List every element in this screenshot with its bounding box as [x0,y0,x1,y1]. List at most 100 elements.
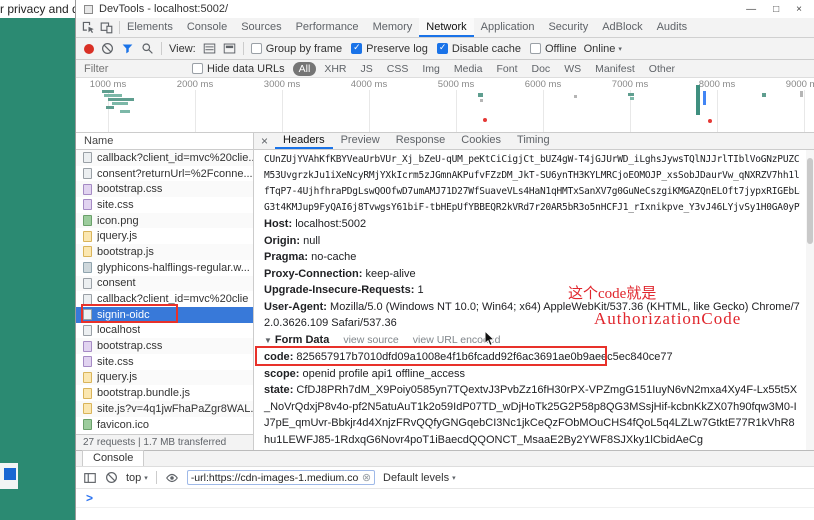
request-row[interactable]: bootstrap.js [76,244,253,260]
checkbox-box[interactable] [250,43,262,54]
maximize-button[interactable]: □ [773,4,779,15]
devtools-tab[interactable]: Performance [289,18,366,37]
overview-tick-label: 1000 ms [89,79,127,90]
log-levels-dropdown[interactable]: Default levels ▾ [383,472,456,484]
filter-pill[interactable]: Other [643,62,681,76]
details-tabbar: × Headers Preview Response Cookies Timin… [254,133,814,150]
eye-icon[interactable] [165,471,179,485]
request-name: icon.png [97,214,139,227]
devtools-tab[interactable]: Audits [650,18,695,37]
filter-pill[interactable]: Img [416,62,446,76]
toolbar-checkbox[interactable]: Preserve log [351,42,428,55]
request-row[interactable]: site.css [76,354,253,370]
request-row[interactable]: signin-oidc [76,306,253,323]
checkbox-box[interactable] [192,63,203,74]
annotation-text-line1: 这个code就是 [568,286,657,302]
device-toolbar-icon[interactable] [100,21,113,34]
toolbar-checkbox[interactable]: Disable cache [436,42,521,55]
scrollbar[interactable] [806,150,814,450]
request-row[interactable]: favicon.ico [76,417,253,433]
request-row[interactable]: callback?client_id=mvc%20clie... [76,150,253,166]
details-tab[interactable]: Preview [333,133,388,149]
devtools-tab[interactable]: Console [180,18,234,37]
close-details-icon[interactable]: × [254,133,275,149]
devtools-tab[interactable]: Network [419,18,474,37]
request-row[interactable]: consent?returnUrl=%2Fconne... [76,166,253,182]
request-row[interactable]: site.js?v=4q1jwFhaPaZgr8WAL... [76,401,253,417]
request-name: site.css [97,355,134,368]
inspect-element-icon[interactable] [82,21,95,34]
scrollbar-thumb[interactable] [807,158,813,244]
console-prompt[interactable]: > [76,489,814,508]
header-name: Host [264,218,295,230]
request-row[interactable]: icon.png [76,212,253,229]
triangle-down-icon[interactable]: ▼ [264,336,272,345]
request-row[interactable]: bootstrap.css [76,338,253,354]
request-row[interactable]: bootstrap.css [76,181,253,198]
devtools-tab[interactable]: Memory [366,18,420,37]
throttling-dropdown[interactable]: Online ▾ [584,43,622,55]
checkbox-box[interactable] [436,42,448,54]
filter-pill[interactable]: All [292,61,317,76]
filter-pill[interactable]: XHR [318,62,352,76]
close-button[interactable]: × [796,4,802,15]
devtools-tab[interactable]: Application [474,18,542,37]
filter-pill[interactable]: Font [490,62,523,76]
request-row[interactable]: callback?client_id=mvc%20clie [76,291,253,307]
mouse-cursor [484,329,496,353]
name-column-header[interactable]: Name [76,133,253,150]
execution-context-dropdown[interactable]: top ▾ [126,472,148,484]
devtools-tab[interactable]: AdBlock [595,18,649,37]
view-source-link[interactable]: view source [343,334,398,346]
filter-pill[interactable]: CSS [381,62,415,76]
clear-input-icon[interactable]: ⊗ [362,471,371,484]
checkbox-box[interactable] [351,42,363,54]
overview-bar [478,93,483,97]
file-type-icon [83,340,92,352]
request-row[interactable]: glyphicons-halflings-regular.w... [76,260,253,276]
overview-tick-label: 2000 ms [176,79,214,90]
form-data-section-header[interactable]: ▼ Form Data view source view URL encoded [264,332,800,350]
checkbox-box[interactable] [529,43,541,54]
record-icon[interactable] [84,43,94,54]
request-row[interactable]: site.css [76,197,253,213]
request-name: callback?client_id=mvc%20clie... [97,151,253,164]
details-tab[interactable]: Timing [509,133,558,149]
details-tab[interactable]: Cookies [453,133,509,149]
form-data-value: CfDJ8PRh7dM_X9Poiy0585yn7TQextvJ3PvbZz16… [264,384,798,446]
details-tab[interactable]: Headers [275,133,333,149]
search-icon[interactable] [141,42,154,55]
network-overview[interactable]: 1000 ms 2000 ms 3000 ms 4000 ms 5000 ms … [76,78,814,133]
background-page-text: r privacy and d [0,2,79,16]
request-row[interactable]: localhost [76,323,253,339]
hide-data-urls-checkbox[interactable]: Hide data URLs [192,63,285,75]
console-filter-input[interactable] [190,471,359,484]
overview-toggle-icon[interactable] [223,42,236,55]
request-row[interactable]: jquery.js [76,369,253,386]
console-sidebar-icon[interactable] [83,471,97,485]
minimize-button[interactable]: — [746,4,756,15]
small-rows-icon[interactable] [203,42,216,55]
devtools-tab[interactable]: Elements [120,18,180,37]
form-data-list: code825657917b7010dfd09a1008e4f1b6fcadd9… [264,349,800,450]
toolbar-checkbox[interactable]: Offline [529,42,577,55]
details-tab[interactable]: Response [388,133,454,149]
filter-input[interactable] [84,62,184,75]
filter-pill[interactable]: Media [448,62,489,76]
request-row[interactable]: consent [76,275,253,292]
filter-icon[interactable] [121,42,134,55]
request-row[interactable]: jquery.js [76,228,253,244]
filter-pill[interactable]: Doc [526,62,557,76]
devtools-tab[interactable]: Security [541,18,595,37]
network-main-area: Name callback?client_id=mvc%20clie... co… [76,133,814,450]
checkbox-label: Offline [544,42,577,55]
clear-icon[interactable] [101,42,114,55]
clear-console-icon[interactable] [105,471,118,484]
filter-pill[interactable]: JS [355,62,379,76]
console-drawer-tab[interactable]: Console [82,450,145,466]
filter-pill[interactable]: Manifest [589,62,641,76]
filter-pill[interactable]: WS [558,62,587,76]
request-row[interactable]: bootstrap.bundle.js [76,385,253,401]
devtools-tab[interactable]: Sources [234,18,288,37]
toolbar-checkbox[interactable]: Group by frame [250,43,342,55]
